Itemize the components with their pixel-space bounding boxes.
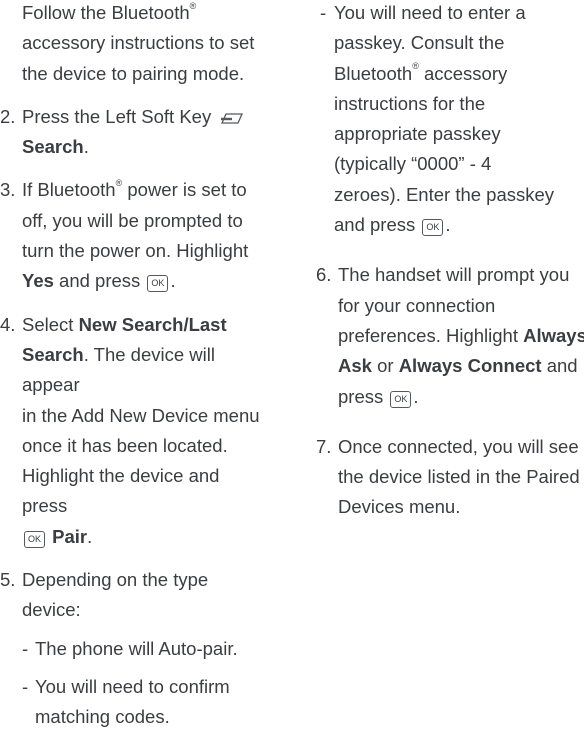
step-4-number: 4. [0, 313, 16, 335]
option-3-text-f: (typically “0000” - 4 [334, 153, 492, 175]
step-4: 4. Select New Search/Last Search. The de… [0, 310, 262, 552]
step-5-number: 5. [0, 569, 16, 591]
option-3-text-a: You will need to enter a [334, 2, 526, 23]
ok-key-icon: OK [422, 219, 444, 237]
registered-mark: ® [115, 178, 123, 189]
intro-line-2: accessory instructions to set [22, 32, 255, 54]
step-2-period: . [83, 136, 89, 158]
option-3-text-h: and press [334, 214, 416, 236]
step-3: 3. If Bluetooth® power is set to off, yo… [0, 175, 262, 296]
registered-mark: ® [412, 61, 419, 72]
option-3-text-d: instructions for the [334, 92, 486, 114]
bullet-dash: - [320, 2, 327, 23]
ok-key-icon: OK [147, 275, 169, 293]
option-1-text: The phone will Auto-pair. [35, 637, 238, 659]
always-label: Always [523, 324, 584, 346]
step-6-text-c: preferences. Highlight [338, 324, 524, 346]
step-6-text-d: or [371, 355, 399, 377]
bullet-dash: - [22, 637, 29, 659]
step-3-text-b: off, you will be prompted to [22, 209, 243, 231]
step-7: 7. Once connected, you will see the devi… [316, 432, 584, 523]
step-7-text-b: the device listed in the Paired [338, 466, 580, 488]
step-6-text-b: for your connection [338, 294, 496, 316]
left-soft-key-icon [221, 113, 244, 124]
step-5-text-b: device: [22, 599, 81, 621]
step-7-text-c: Devices menu. [338, 496, 461, 518]
ask-label: Ask [338, 355, 372, 377]
step-3-number: 3. [0, 179, 16, 201]
step-5-option-3: - You will need to enter a passkey. Cons… [320, 0, 584, 240]
last-search-label: Search [22, 343, 84, 365]
yes-label: Yes [22, 270, 54, 292]
option-2-text-b: matching codes. [35, 706, 170, 728]
step-3-period: . [170, 270, 176, 292]
step-2-text: Press the Left Soft Key [22, 105, 212, 127]
step-5-option-2: - You will need to confirm matching code… [22, 672, 262, 733]
step-3-text-a2: power is set to [122, 179, 247, 201]
step-6-period: . [413, 385, 419, 407]
step-4-text-e: Highlight the device and press [22, 465, 220, 517]
step-4-period: . [87, 525, 93, 547]
intro-line-3: the device to pairing mode. [22, 62, 245, 84]
step-7-text-a: Once connected, you will see [338, 435, 579, 457]
always-connect-label: Always Connect [398, 355, 542, 377]
registered-mark: ® [189, 0, 197, 11]
bullet-dash: - [22, 675, 29, 697]
step-6-text-e: press [338, 385, 384, 407]
option-3-text-c: Bluetooth [334, 62, 413, 84]
step-4-text-a: Select [22, 313, 79, 335]
new-search-label: New Search/Last [78, 313, 227, 335]
step-5-text-a: Depending on the type [22, 569, 209, 591]
option-3-text-c2: accessory [418, 62, 508, 84]
step-3-text-c: turn the power on. Highlight [22, 240, 249, 262]
pair-label: Pair [52, 525, 88, 547]
right-column: - You will need to enter a passkey. Cons… [316, 0, 584, 523]
step-2: 2. Press the Left Soft Key Search. [0, 102, 262, 163]
left-column: Follow the Bluetooth® accessory instruct… [0, 0, 262, 733]
step-3-text-d: and press [53, 270, 141, 292]
step-4-text-d: once it has been located. [22, 434, 228, 456]
step-3-text-a: If Bluetooth [22, 179, 116, 201]
step-6: 6. The handset will prompt you for your … [316, 260, 584, 411]
step-5-option-1: - The phone will Auto-pair. [22, 634, 262, 664]
search-label: Search [22, 136, 84, 158]
option-3-period: . [445, 214, 451, 236]
step-6-text-d-tail: and [541, 355, 578, 377]
step-2-number: 2. [0, 105, 16, 127]
step-6-text-a: The handset will prompt you [338, 264, 570, 286]
option-3-text-g: zeroes). Enter the passkey [334, 183, 555, 205]
ok-key-icon: OK [390, 390, 412, 408]
option-2-text-a: You will need to confirm [35, 675, 230, 697]
option-3-text-b: passkey. Consult the [334, 32, 505, 54]
option-3-text-e: appropriate passkey [334, 123, 501, 145]
ok-key-icon: OK [24, 530, 45, 548]
intro-line-1: Follow the Bluetooth [22, 2, 190, 23]
step-7-number: 7. [316, 435, 332, 457]
step-4-text-c: in the Add New Device menu [22, 404, 260, 426]
step-5: 5. Depending on the type device: [0, 565, 262, 626]
intro-paragraph: Follow the Bluetooth® accessory instruct… [22, 0, 262, 89]
step-6-number: 6. [316, 264, 332, 286]
